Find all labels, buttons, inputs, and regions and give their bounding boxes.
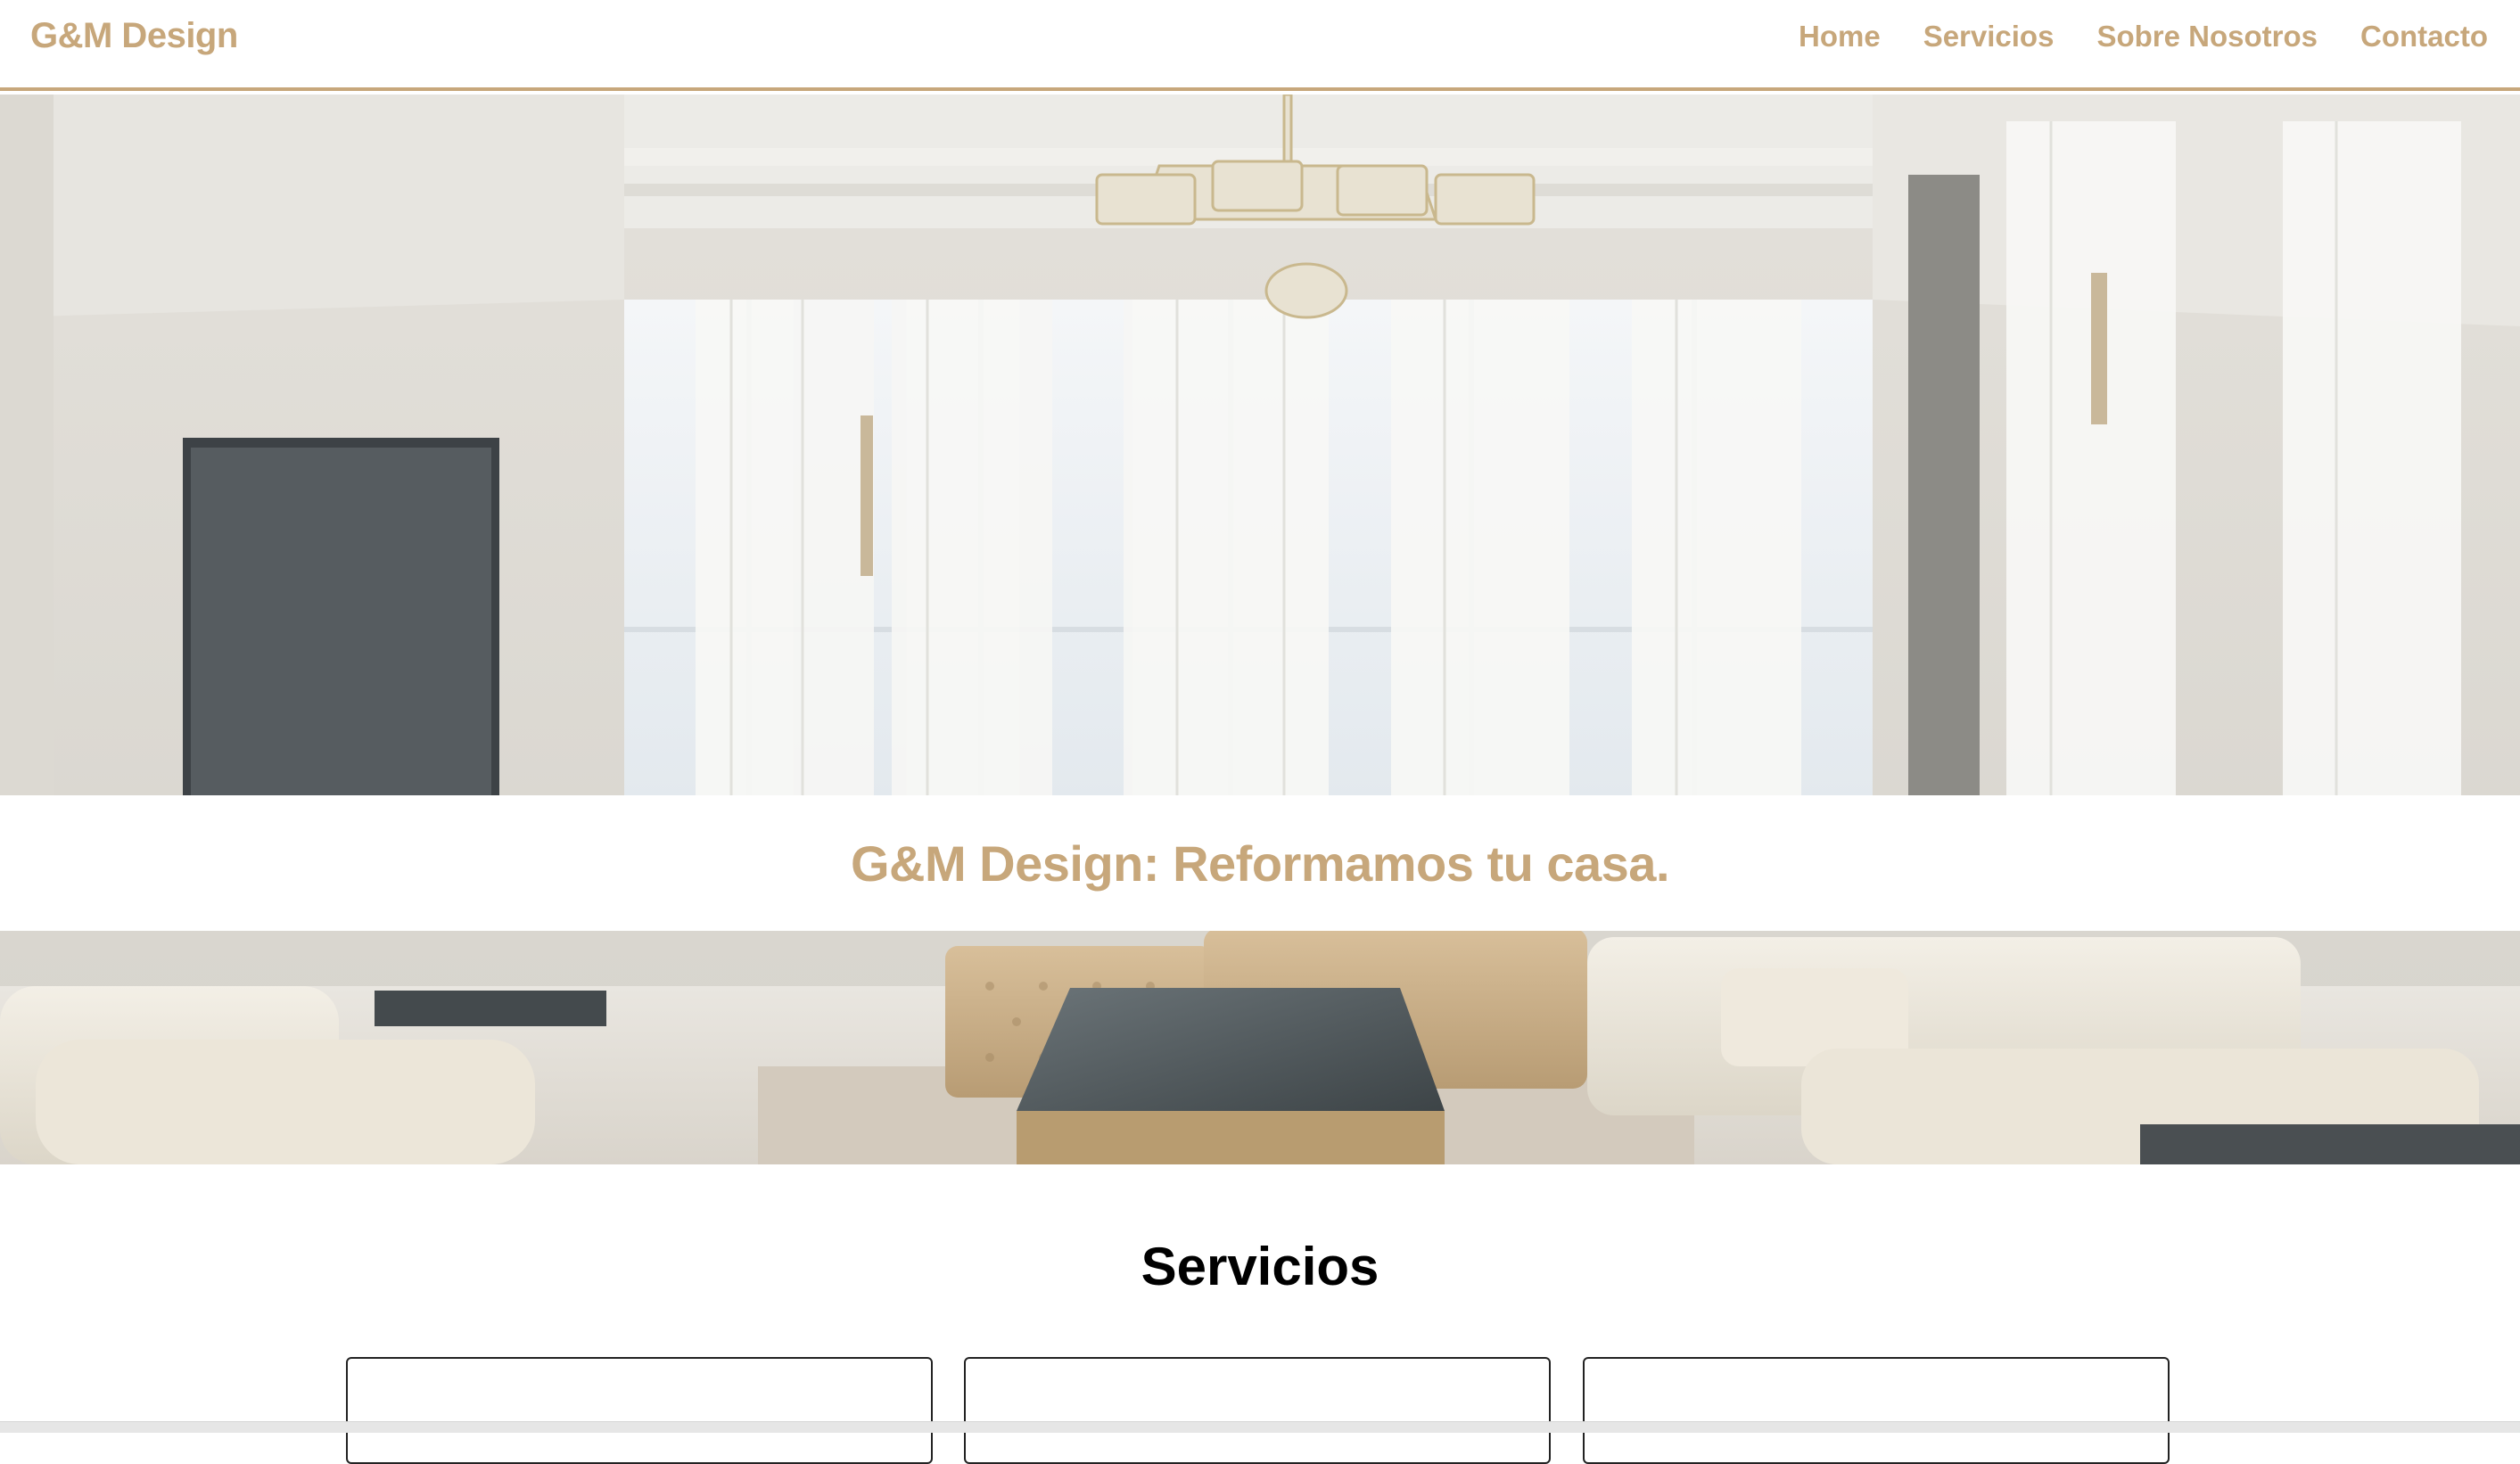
service-card (1583, 1357, 2170, 1464)
hero-title: G&M Design: Reformamos tu casa. (850, 835, 1670, 892)
brand-logo-link[interactable]: G&M Design (30, 16, 238, 56)
navbar: G&M Design Home Servicios Sobre Nosotros… (0, 0, 2520, 91)
services-section: Servicios (0, 1164, 2520, 1464)
services-heading: Servicios (1141, 1237, 1379, 1296)
hero-section: G&M Design: Reformamos tu casa. (0, 95, 2520, 1164)
nav-link-home[interactable]: Home (1799, 20, 1881, 53)
service-card (346, 1357, 933, 1464)
nav-link-servicios[interactable]: Servicios (1923, 20, 2055, 53)
hero-living-room-image (0, 95, 2520, 1164)
service-card (964, 1357, 1551, 1464)
horizontal-scrollbar[interactable] (0, 1421, 2520, 1433)
hero-banner: G&M Design: Reformamos tu casa. (0, 795, 2520, 931)
nav-link-contacto[interactable]: Contacto (2360, 20, 2488, 53)
main-nav: Home Servicios Sobre Nosotros Contacto (1799, 20, 2488, 53)
nav-link-sobre-nosotros[interactable]: Sobre Nosotros (2096, 20, 2318, 53)
